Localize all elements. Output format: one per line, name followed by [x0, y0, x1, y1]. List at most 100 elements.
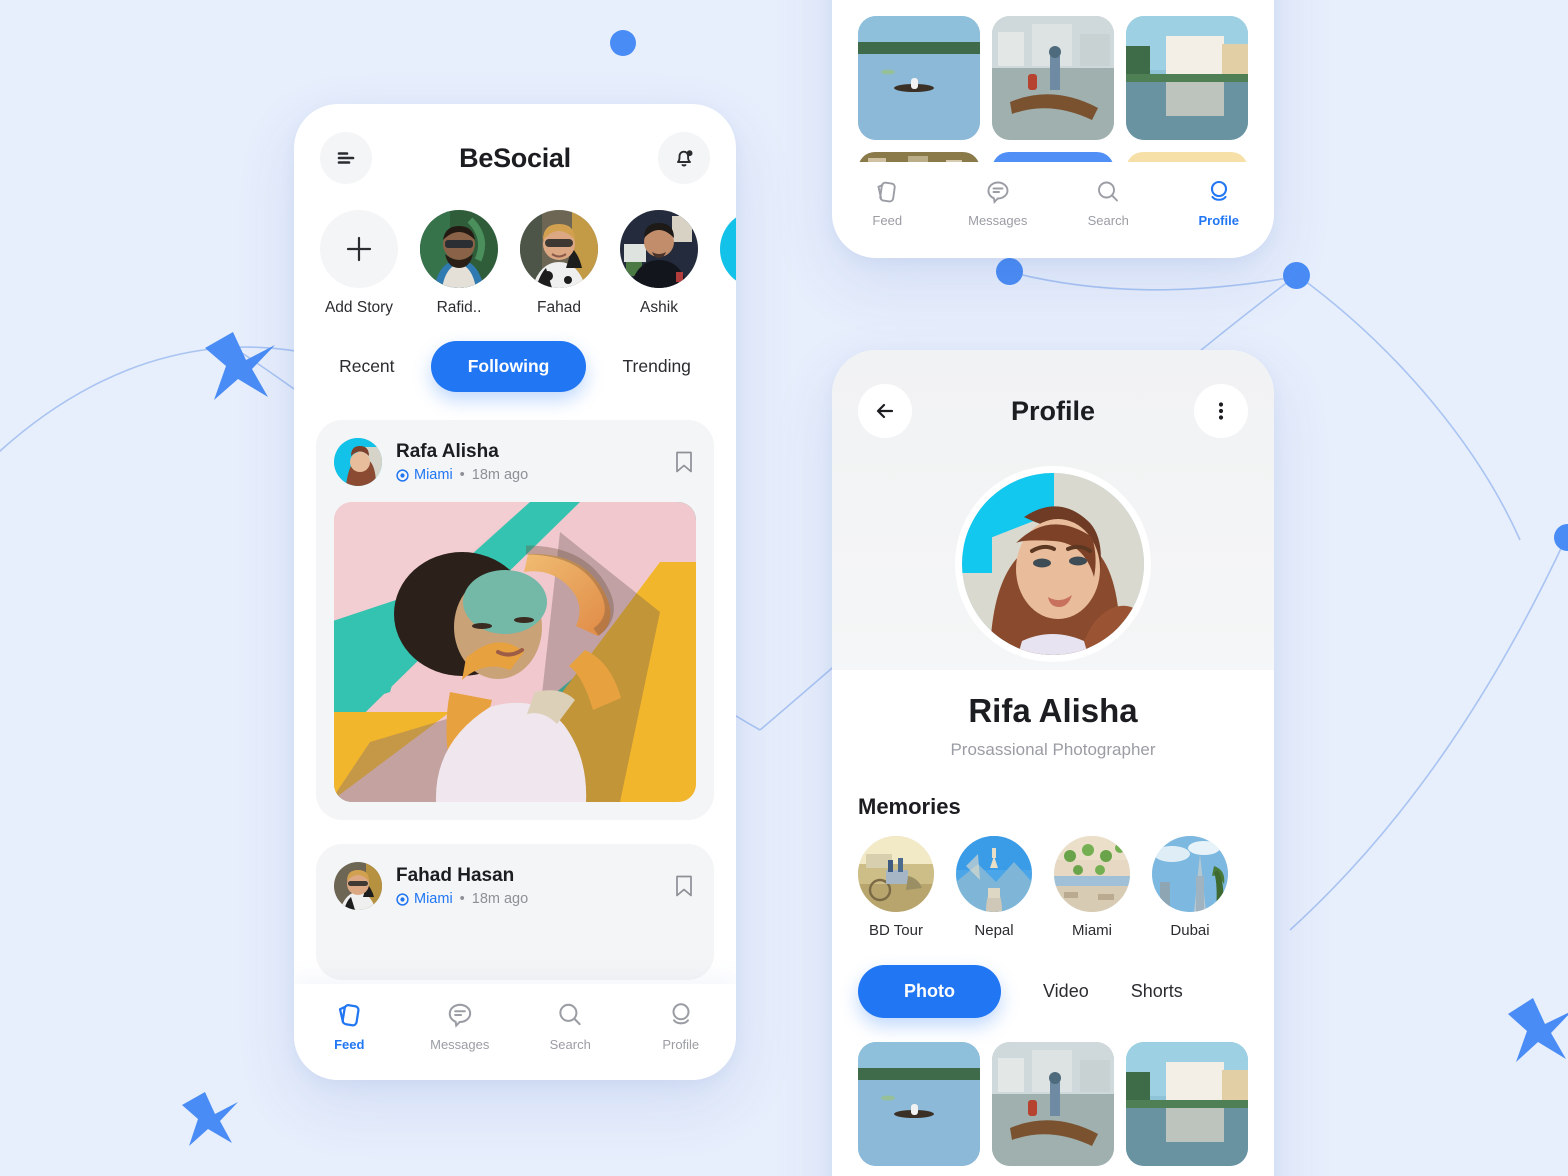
post-author-name: Fahad Hasan — [396, 865, 515, 886]
story-label: Rafid.. — [436, 299, 482, 316]
person-icon — [1175, 178, 1263, 206]
hamburger-menu-icon — [333, 145, 359, 171]
tab-label: Messages — [968, 213, 1028, 228]
bottom-navigation-feed: Feed Messages Search Profile — [294, 984, 736, 1080]
arrow-left-icon — [872, 398, 898, 424]
photo-cell[interactable] — [858, 1042, 980, 1166]
tab-profile[interactable]: Profile — [1175, 178, 1263, 228]
tab-shorts[interactable]: Shorts — [1131, 981, 1183, 1002]
post-separator: • — [459, 891, 465, 907]
profile-avatar-wrap — [858, 466, 1248, 670]
tab-label: Search — [549, 1037, 591, 1052]
avatar[interactable] — [955, 466, 1151, 662]
hamburger-menu-button[interactable] — [320, 132, 372, 184]
post-card: Fahad Hasan Miami • 18m ago — [316, 844, 714, 980]
bookmark-icon[interactable] — [672, 449, 696, 475]
notification-button[interactable] — [658, 132, 710, 184]
post-location-text: Miami — [414, 467, 453, 483]
magnifier-icon — [526, 1000, 614, 1030]
tab-trending[interactable]: Trending — [613, 342, 701, 391]
feed-header: BeSocial — [294, 104, 736, 184]
tab-feed[interactable]: Feed — [843, 178, 931, 228]
memory-label: Dubai — [1170, 922, 1210, 939]
phone-screen-profile-grid-top: Feed Messages Search Profile — [832, 0, 1274, 258]
memory-item[interactable]: Miami — [1054, 836, 1130, 939]
bell-icon — [671, 145, 697, 171]
tab-feed[interactable]: Feed — [305, 1000, 393, 1052]
tab-messages[interactable]: Messages — [954, 178, 1042, 228]
page-title: BeSocial — [459, 142, 571, 173]
photo-grid-top — [832, 0, 1274, 186]
memories-heading: Memories — [858, 794, 961, 819]
location-pin-icon — [396, 892, 409, 906]
memories-row[interactable]: BD Tour Nepal Miami Dubai — [858, 836, 1248, 939]
tab-profile[interactable]: Profile — [637, 1000, 725, 1052]
bookmark-icon[interactable] — [672, 873, 696, 899]
chat-bubble-icon — [416, 1000, 504, 1030]
post-location: Miami — [396, 891, 453, 907]
memory-item[interactable]: BD Tour — [858, 836, 934, 939]
story-label: Add Story — [324, 299, 394, 316]
photo-cell[interactable] — [858, 16, 980, 140]
tab-label: Feed — [334, 1037, 365, 1052]
photo-cell[interactable] — [992, 16, 1114, 140]
memory-item[interactable]: Nepal — [956, 836, 1032, 939]
feed-segmented-control[interactable]: Recent Following Trending — [294, 317, 736, 392]
memory-thumbnail — [1054, 836, 1130, 912]
tab-video[interactable]: Video — [1043, 981, 1089, 1002]
tab-recent[interactable]: Recent — [329, 342, 404, 391]
tab-search[interactable]: Search — [1064, 178, 1152, 228]
profile-header-area: Profile — [832, 350, 1274, 670]
mockup-canvas: Feed Messages Search Profile BeSocial Ad… — [0, 0, 1568, 1176]
story-add-story[interactable]: Add Story — [320, 210, 398, 317]
decorative-dot — [1283, 262, 1310, 289]
stories-row[interactable]: Add Story Rafid.. Fahad Ashik — [294, 184, 736, 317]
tab-label: Profile — [1198, 213, 1239, 228]
memory-item[interactable]: Dubai — [1152, 836, 1228, 939]
photo-cell[interactable] — [1126, 1042, 1248, 1166]
memory-label: BD Tour — [869, 922, 923, 939]
profile-body: Rifa Alisha Prosassional Photographer Me… — [832, 692, 1274, 1166]
person-icon — [637, 1000, 725, 1030]
avatar — [720, 210, 736, 288]
tab-following[interactable]: Following — [430, 341, 587, 392]
post-author-name: Rafa Alisha — [396, 441, 499, 462]
post-card: Rafa Alisha Miami • 18m ago — [316, 420, 714, 820]
plus-icon — [342, 232, 376, 266]
profile-header: Profile — [858, 384, 1248, 438]
tab-label: Search — [1087, 213, 1129, 228]
avatar — [620, 210, 698, 288]
cards-icon — [843, 178, 931, 206]
tab-label: Messages — [430, 1037, 490, 1052]
tab-label: Profile — [662, 1037, 700, 1052]
post-separator: • — [459, 467, 465, 483]
story-label: Ashik — [640, 299, 678, 316]
story-item[interactable]: R — [720, 210, 736, 317]
story-item[interactable]: Ashik — [620, 210, 698, 317]
story-label: R — [720, 299, 736, 317]
story-item[interactable]: Fahad — [520, 210, 598, 317]
tab-search[interactable]: Search — [526, 1000, 614, 1052]
avatar[interactable] — [334, 438, 382, 486]
chat-bubble-icon — [954, 178, 1042, 206]
cards-icon — [305, 1000, 393, 1030]
more-options-button[interactable] — [1194, 384, 1248, 438]
avatar — [520, 210, 598, 288]
story-item[interactable]: Rafid.. — [420, 210, 498, 317]
profile-segmented-control[interactable]: Photo Video Shorts — [858, 965, 1248, 1018]
avatar[interactable] — [334, 862, 382, 910]
tab-photo[interactable]: Photo — [858, 965, 1001, 1018]
memory-label: Miami — [1072, 922, 1112, 939]
photo-cell[interactable] — [1126, 16, 1248, 140]
post-header: Rafa Alisha Miami • 18m ago — [334, 438, 696, 486]
post-subtitle: Miami • 18m ago — [396, 891, 658, 907]
magnifier-icon — [1064, 178, 1152, 206]
bottom-navigation-top: Feed Messages Search Profile — [832, 162, 1274, 258]
profile-role: Prosassional Photographer — [950, 740, 1156, 759]
photo-cell[interactable] — [992, 1042, 1114, 1166]
post-image[interactable] — [334, 502, 696, 802]
location-pin-icon — [396, 468, 409, 482]
tab-messages[interactable]: Messages — [416, 1000, 504, 1052]
post-meta: Fahad Hasan Miami • 18m ago — [396, 865, 658, 907]
back-button[interactable] — [858, 384, 912, 438]
